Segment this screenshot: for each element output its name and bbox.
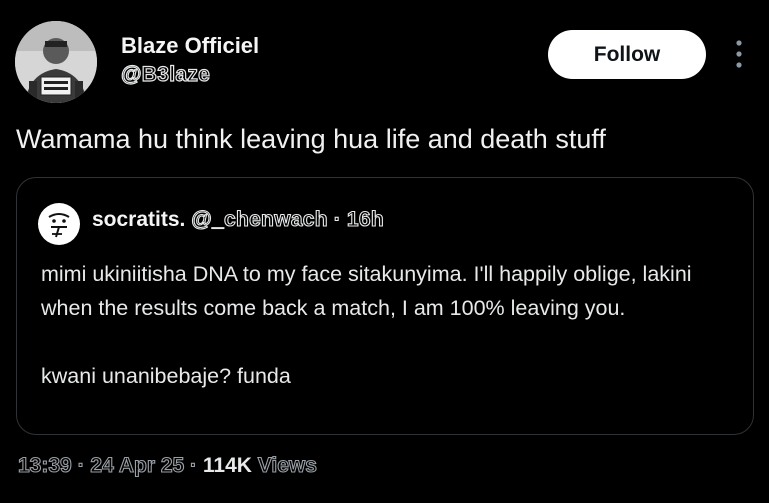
tweet-date[interactable]: 24 Apr 25 (90, 453, 185, 477)
quote-age[interactable]: 16h (346, 207, 384, 231)
quote-body-paragraph-2: kwani unanibebaje? funda (41, 364, 291, 388)
views-count: 114K (202, 454, 252, 477)
tweet-view: Blaze Officiel @B3laze Follow Wamama hu … (0, 0, 769, 503)
quote-author-handle[interactable]: @_chenwach (191, 207, 329, 231)
author-avatar[interactable] (15, 21, 97, 103)
quote-header: socratits. @_chenwach · 16h (92, 207, 384, 232)
user-avatar-photo-icon (15, 21, 97, 103)
author-handle[interactable]: @B3laze (120, 62, 210, 87)
tweet-time[interactable]: 13:39 (17, 453, 72, 477)
quote-body-paragraph-1: mimi ukiniitisha DNA to my face sitakuny… (41, 262, 692, 320)
more-vertical-icon[interactable] (733, 38, 745, 70)
quote-body: mimi ukiniitisha DNA to my face sitakuny… (41, 257, 741, 393)
follow-button[interactable]: Follow (548, 30, 706, 79)
meta-separator: · (189, 453, 198, 477)
doodle-face-avatar-icon (39, 204, 79, 244)
quote-avatar[interactable] (38, 203, 80, 245)
tweet-text: Wamama hu think leaving hua life and dea… (16, 124, 606, 154)
tweet-meta: 13:39 · 24 Apr 25 · 114K Views (17, 453, 317, 478)
meta-separator: · (77, 453, 85, 477)
views-label: Views (257, 453, 317, 477)
quote-author-name[interactable]: socratits. (92, 208, 185, 231)
quote-separator: · (333, 207, 342, 231)
author-name[interactable]: Blaze Officiel (121, 33, 259, 59)
